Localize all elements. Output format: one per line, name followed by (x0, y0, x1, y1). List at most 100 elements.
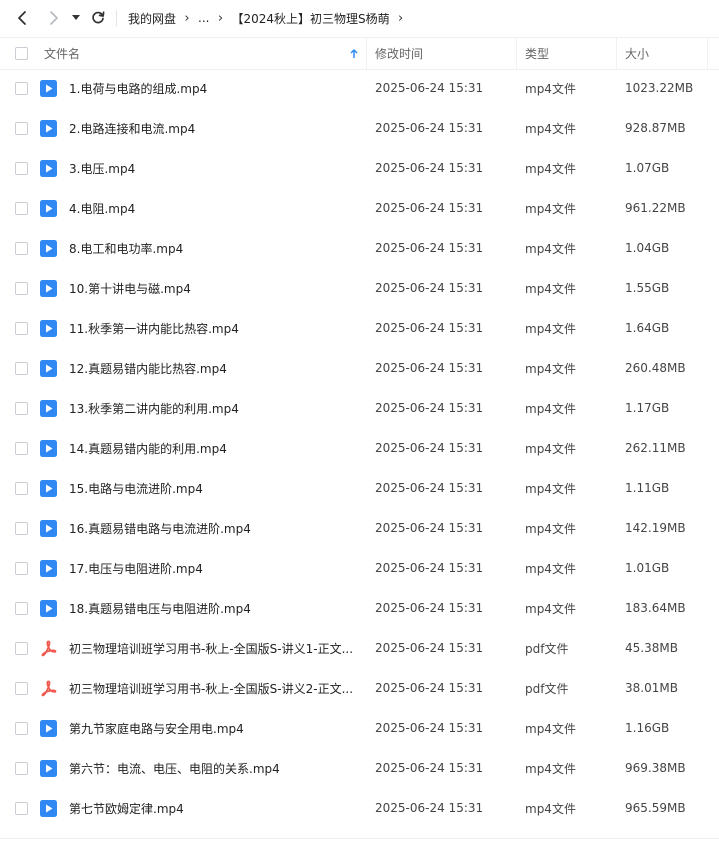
row-checkbox[interactable] (15, 162, 28, 175)
file-name[interactable]: 13.秋季第二讲内能的利用.mp4 (69, 388, 239, 428)
row-checkbox[interactable] (15, 602, 28, 615)
row-checkbox[interactable] (15, 122, 28, 135)
file-row[interactable]: 11.秋季第一讲内能比热容.mp4 2025-06-24 15:31 mp4文件 1.… (0, 308, 719, 348)
file-type: mp4文件 (525, 361, 576, 376)
file-size: 1.64GB (625, 321, 670, 335)
file-size: 260.48MB (625, 361, 686, 375)
row-checkbox[interactable] (15, 442, 28, 455)
file-size: 142.19MB (625, 521, 686, 535)
file-row[interactable]: 第六节：电流、电压、电阻的关系.mp4 2025-06-24 15:31 mp4文件… (0, 748, 719, 788)
video-file-icon (40, 320, 57, 337)
file-name[interactable]: 第九节家庭电路与安全用电.mp4 (69, 708, 244, 748)
row-checkbox[interactable] (15, 802, 28, 815)
video-file-icon (40, 720, 57, 737)
file-name[interactable]: 初三物理培训班学习用书-秋上-全国版S-讲义2-正文... (69, 668, 353, 708)
file-name[interactable]: 18.真题易错电压与电阻进阶.mp4 (69, 588, 251, 628)
file-row[interactable]: 第九节家庭电路与安全用电.mp4 2025-06-24 15:31 mp4文件 1.1… (0, 708, 719, 748)
file-type: mp4文件 (525, 241, 576, 256)
forward-button[interactable] (42, 0, 66, 36)
file-name[interactable]: 4.电阻.mp4 (69, 188, 135, 228)
file-row[interactable]: 13.秋季第二讲内能的利用.mp4 2025-06-24 15:31 mp4文件 1.… (0, 388, 719, 428)
file-row[interactable]: 12.真题易错内能比热容.mp4 2025-06-24 15:31 mp4文件 260… (0, 348, 719, 388)
column-divider[interactable] (516, 38, 517, 69)
row-checkbox[interactable] (15, 522, 28, 535)
video-file-icon (40, 240, 57, 257)
breadcrumb-item-root[interactable]: 我的网盘 (128, 10, 176, 27)
file-row[interactable]: 初三物理培训班学习用书-秋上-全国版S-讲义1-正文... 2025-06-24 … (0, 628, 719, 668)
column-divider[interactable] (707, 38, 708, 69)
file-row[interactable]: 17.电压与电阻进阶.mp4 2025-06-24 15:31 mp4文件 1.01G… (0, 548, 719, 588)
file-name[interactable]: 10.第十讲电与磁.mp4 (69, 268, 191, 308)
file-name[interactable]: 16.真题易错电路与电流进阶.mp4 (69, 508, 251, 548)
column-header-size[interactable]: 大小 (625, 38, 649, 69)
file-row[interactable]: 初三物理培训班学习用书-秋上-全国版S-讲义2-正文... 2025-06-24 … (0, 668, 719, 708)
column-header-type[interactable]: 类型 (525, 38, 549, 69)
file-name[interactable]: 15.电路与电流进阶.mp4 (69, 468, 203, 508)
file-row[interactable]: 3.电压.mp4 2025-06-24 15:31 mp4文件 1.07GB (0, 148, 719, 188)
row-checkbox[interactable] (15, 322, 28, 335)
video-file-icon (40, 760, 57, 777)
sort-ascending-icon[interactable] (350, 38, 358, 69)
video-file-icon (40, 560, 57, 577)
file-name[interactable]: 初三物理培训班学习用书-秋上-全国版S-讲义1-正文... (69, 628, 353, 668)
file-name[interactable]: 3.电压.mp4 (69, 148, 135, 188)
nav-divider (116, 10, 117, 26)
file-row[interactable]: 2.电路连接和电流.mp4 2025-06-24 15:31 mp4文件 928.87… (0, 108, 719, 148)
row-checkbox[interactable] (15, 642, 28, 655)
file-row[interactable]: 第七节欧姆定律.mp4 2025-06-24 15:31 mp4文件 965.59MB (0, 788, 719, 828)
column-header-modified[interactable]: 修改时间 (375, 38, 423, 69)
video-file-icon (40, 800, 57, 817)
video-file-icon (40, 80, 57, 97)
breadcrumb-ellipsis[interactable]: ... (198, 11, 209, 25)
file-row[interactable]: 16.真题易错电路与电流进阶.mp4 2025-06-24 15:31 mp4文件 1… (0, 508, 719, 548)
breadcrumb-expand-icon[interactable]: › (390, 11, 412, 26)
column-divider[interactable] (616, 38, 617, 69)
row-checkbox[interactable] (15, 482, 28, 495)
file-size: 262.11MB (625, 441, 686, 455)
row-checkbox[interactable] (15, 282, 28, 295)
file-name[interactable]: 12.真题易错内能比热容.mp4 (69, 348, 227, 388)
row-checkbox[interactable] (15, 362, 28, 375)
video-file-icon (40, 440, 57, 457)
select-all-checkbox[interactable] (15, 47, 28, 60)
file-modified-time: 2025-06-24 15:31 (375, 401, 484, 415)
row-checkbox[interactable] (15, 242, 28, 255)
row-checkbox[interactable] (15, 722, 28, 735)
file-type: pdf文件 (525, 681, 569, 696)
row-checkbox[interactable] (15, 402, 28, 415)
file-row[interactable]: 8.电工和电功率.mp4 2025-06-24 15:31 mp4文件 1.04GB (0, 228, 719, 268)
file-size: 1023.22MB (625, 81, 694, 95)
file-type: pdf文件 (525, 641, 569, 656)
row-checkbox[interactable] (15, 562, 28, 575)
file-table-header: 文件名 修改时间 类型 大小 (0, 37, 719, 70)
file-name[interactable]: 8.电工和电功率.mp4 (69, 228, 183, 268)
row-checkbox[interactable] (15, 202, 28, 215)
row-checkbox[interactable] (15, 762, 28, 775)
file-name[interactable]: 2.电路连接和电流.mp4 (69, 108, 195, 148)
file-row[interactable]: 4.电阻.mp4 2025-06-24 15:31 mp4文件 961.22MB (0, 188, 719, 228)
file-row[interactable]: 1.电荷与电路的组成.mp4 2025-06-24 15:31 mp4文件 1023.… (0, 68, 719, 108)
file-type: mp4文件 (525, 721, 576, 736)
file-modified-time: 2025-06-24 15:31 (375, 521, 484, 535)
column-header-name[interactable]: 文件名 (44, 38, 80, 69)
file-row[interactable]: 14.真题易错内能的利用.mp4 2025-06-24 15:31 mp4文件 262… (0, 428, 719, 468)
breadcrumb-item-current[interactable]: 【2024秋上】初三物理S杨萌 (231, 10, 389, 27)
file-row[interactable]: 15.电路与电流进阶.mp4 2025-06-24 15:31 mp4文件 1.11G… (0, 468, 719, 508)
column-header-name-label: 文件名 (44, 47, 81, 61)
column-header-modified-label: 修改时间 (375, 47, 424, 61)
refresh-button[interactable] (88, 0, 108, 36)
file-name[interactable]: 第七节欧姆定律.mp4 (69, 788, 184, 828)
row-checkbox[interactable] (15, 82, 28, 95)
file-name[interactable]: 第六节：电流、电压、电阻的关系.mp4 (69, 748, 280, 788)
row-checkbox[interactable] (15, 682, 28, 695)
file-name[interactable]: 14.真题易错内能的利用.mp4 (69, 428, 227, 468)
file-row[interactable]: 18.真题易错电压与电阻进阶.mp4 2025-06-24 15:31 mp4文件 1… (0, 588, 719, 628)
column-divider[interactable] (366, 38, 367, 69)
file-name[interactable]: 17.电压与电阻进阶.mp4 (69, 548, 203, 588)
video-file-icon (40, 120, 57, 137)
file-name[interactable]: 1.电荷与电路的组成.mp4 (69, 68, 207, 108)
file-name[interactable]: 11.秋季第一讲内能比热容.mp4 (69, 308, 239, 348)
file-row[interactable]: 10.第十讲电与磁.mp4 2025-06-24 15:31 mp4文件 1.55GB (0, 268, 719, 308)
back-button[interactable] (10, 0, 34, 36)
history-dropdown-button[interactable] (68, 0, 84, 36)
